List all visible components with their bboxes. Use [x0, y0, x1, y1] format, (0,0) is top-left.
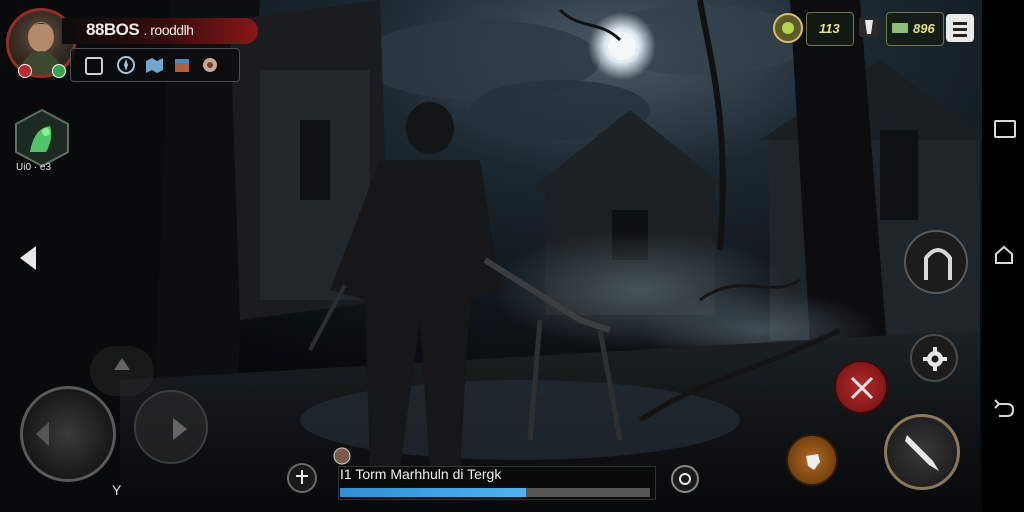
menu-line-icon: [953, 34, 967, 37]
right-triangle-icon: [173, 418, 187, 440]
left-triangle-icon: [36, 422, 49, 446]
inventory-icon[interactable]: [85, 57, 103, 75]
menu-line-icon: [953, 22, 967, 25]
player-name: 88BOS . rooddlh: [86, 20, 194, 40]
joystick-hint: Y: [112, 482, 122, 498]
quest-progress-fill: [340, 488, 526, 497]
door-icon: [924, 248, 952, 280]
fist-icon: [806, 454, 820, 470]
movement-joystick[interactable]: [20, 386, 116, 482]
knife-icon: [905, 435, 939, 471]
info-icon[interactable]: [670, 464, 700, 494]
player-name-sub: . rooddlh: [143, 22, 194, 38]
menu-line-icon: [953, 28, 967, 31]
up-triangle-icon: [114, 358, 130, 370]
gear-icon: [923, 347, 947, 371]
currency-2-value: 896: [913, 21, 935, 36]
poison-buff-icon[interactable]: [12, 108, 72, 168]
back-arrow-icon[interactable]: [18, 244, 38, 272]
cash-icon: [892, 23, 908, 33]
menu-button[interactable]: [946, 14, 974, 42]
melee-attack-button[interactable]: [834, 360, 888, 414]
recent-apps-icon[interactable]: [994, 120, 1016, 138]
quest-giver-icon: [333, 447, 351, 465]
back-icon[interactable]: [993, 398, 1015, 420]
currency-2-bar: 896: [886, 12, 944, 46]
objective-icon[interactable]: [286, 462, 318, 494]
dpad-up[interactable]: [90, 346, 154, 396]
player-name-main: 88BOS: [86, 20, 140, 39]
map-icon[interactable]: [143, 54, 165, 76]
currency-1-value: 113: [819, 21, 840, 36]
buff-label: Ui0 · e3: [16, 162, 52, 173]
home-icon[interactable]: [993, 244, 1015, 266]
ammo-icon[interactable]: [856, 14, 882, 40]
chest-icon[interactable]: [171, 54, 193, 76]
alert-badge-icon[interactable]: [18, 64, 32, 78]
crossed-weapons-icon: [850, 376, 874, 400]
quest-text: I1 Torm Marhhuln di Tergk: [340, 466, 502, 482]
attack-button[interactable]: [884, 414, 960, 490]
quick-icon-tray: [70, 48, 240, 82]
interact-button[interactable]: [904, 230, 968, 294]
dpad-right[interactable]: [134, 390, 208, 464]
currency-1-bar: 113: [806, 12, 854, 46]
crafting-icon[interactable]: [199, 54, 221, 76]
system-nav-bar: [982, 0, 1024, 512]
emblem-icon[interactable]: [772, 12, 804, 44]
compass-icon[interactable]: [115, 54, 137, 76]
online-badge-icon[interactable]: [52, 64, 66, 78]
settings-button[interactable]: [910, 334, 958, 382]
punch-button[interactable]: [786, 434, 838, 486]
